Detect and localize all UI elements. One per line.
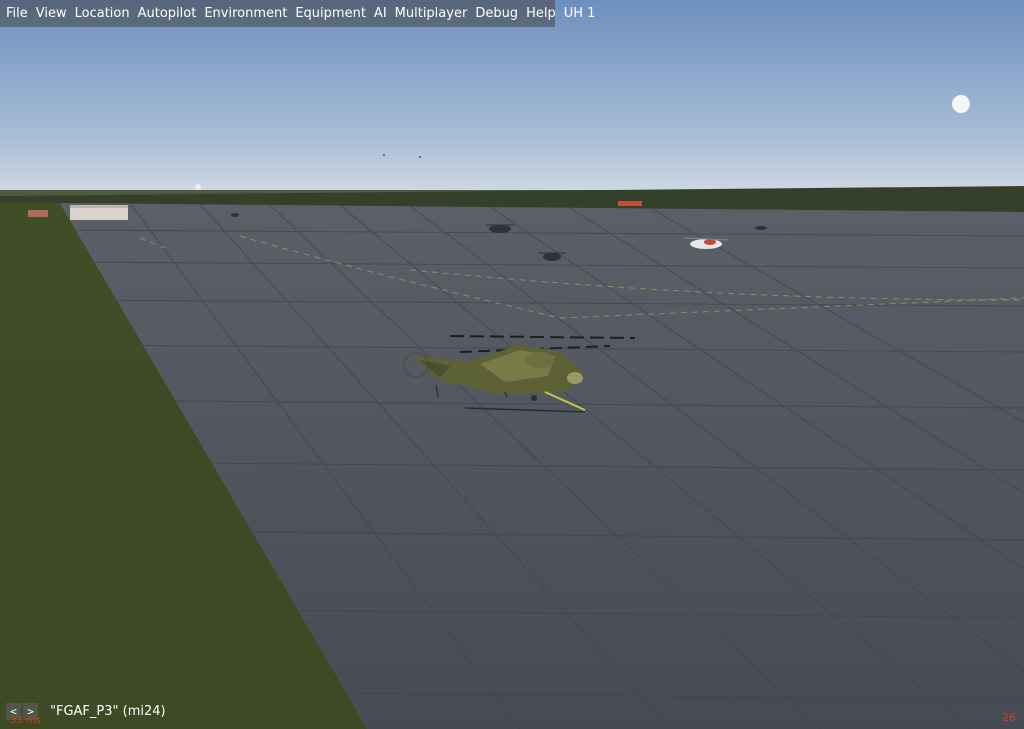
menu-multiplayer[interactable]: Multiplayer bbox=[391, 0, 472, 27]
menu-equipment[interactable]: Equipment bbox=[291, 0, 370, 27]
frame-time-readout: 33 ms bbox=[10, 715, 41, 726]
3d-scene-viewport[interactable] bbox=[0, 0, 1024, 729]
menu-ai[interactable]: AI bbox=[370, 0, 391, 27]
sky bbox=[0, 0, 1024, 200]
menu-debug[interactable]: Debug bbox=[471, 0, 522, 27]
menu-autopilot[interactable]: Autopilot bbox=[134, 0, 201, 27]
menu-view[interactable]: View bbox=[32, 0, 71, 27]
menu-uh1[interactable]: UH 1 bbox=[560, 0, 600, 27]
fps-readout: 26 bbox=[1002, 711, 1016, 724]
menu-help[interactable]: Help bbox=[522, 0, 560, 27]
moon bbox=[952, 95, 970, 113]
menu-file[interactable]: File bbox=[2, 0, 32, 27]
menu-environment[interactable]: Environment bbox=[200, 0, 291, 27]
view-target-label: "FGAF_P3" (mi24) bbox=[50, 704, 166, 719]
menu-bar: File View Location Autopilot Environment… bbox=[0, 0, 595, 27]
menu-location[interactable]: Location bbox=[71, 0, 134, 27]
